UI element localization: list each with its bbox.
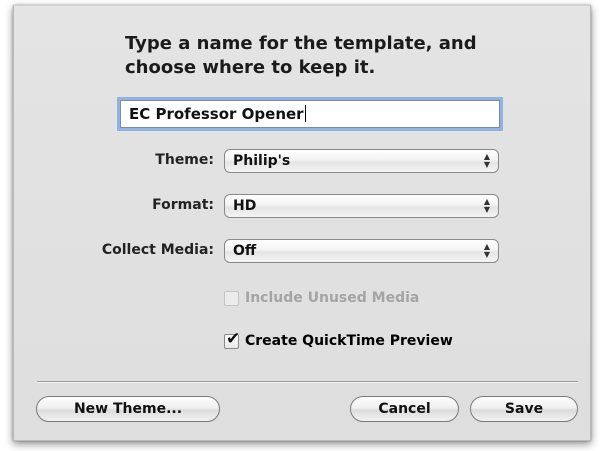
- create-quicktime-preview-checkbox[interactable]: ✔: [224, 329, 240, 349]
- collect-media-popup-value: Off: [233, 243, 257, 259]
- checkmark-icon: ✔: [226, 328, 241, 349]
- theme-label: Theme:: [155, 152, 214, 168]
- dialog-prompt: Type a name for the template, and choose…: [125, 32, 545, 80]
- up-down-arrows-icon: ▲ ▼: [483, 197, 490, 214]
- save-template-dialog: Type a name for the template, and choose…: [13, 5, 591, 441]
- save-button[interactable]: Save: [470, 396, 578, 422]
- collect-media-label: Collect Media:: [101, 242, 214, 258]
- create-quicktime-preview-checkbox-row[interactable]: ✔ Create QuickTime Preview: [224, 329, 453, 349]
- include-unused-media-label: Include Unused Media: [245, 290, 420, 306]
- theme-popup-value: Philip's: [233, 153, 291, 169]
- divider: [37, 381, 578, 382]
- collect-media-popup[interactable]: Off ▲ ▼: [224, 239, 499, 263]
- template-name-input[interactable]: EC Professor Opener: [117, 97, 503, 131]
- include-unused-media-checkbox[interactable]: [224, 290, 239, 306]
- format-label: Format:: [152, 197, 214, 213]
- text-caret: [304, 105, 306, 122]
- up-down-arrows-icon: ▲ ▼: [483, 242, 490, 259]
- theme-popup[interactable]: Philip's ▲ ▼: [224, 149, 499, 173]
- create-quicktime-preview-label: Create QuickTime Preview: [245, 333, 453, 349]
- format-popup-value: HD: [233, 198, 257, 214]
- include-unused-media-checkbox-row[interactable]: Include Unused Media: [224, 290, 419, 306]
- template-name-value: EC Professor Opener: [129, 105, 304, 123]
- format-popup[interactable]: HD ▲ ▼: [224, 194, 499, 218]
- new-theme-button[interactable]: New Theme...: [36, 396, 220, 422]
- cancel-button[interactable]: Cancel: [350, 396, 459, 422]
- up-down-arrows-icon: ▲ ▼: [483, 152, 490, 169]
- prompt-line-2: choose where to keep it.: [125, 57, 376, 78]
- prompt-line-1: Type a name for the template, and: [125, 33, 477, 54]
